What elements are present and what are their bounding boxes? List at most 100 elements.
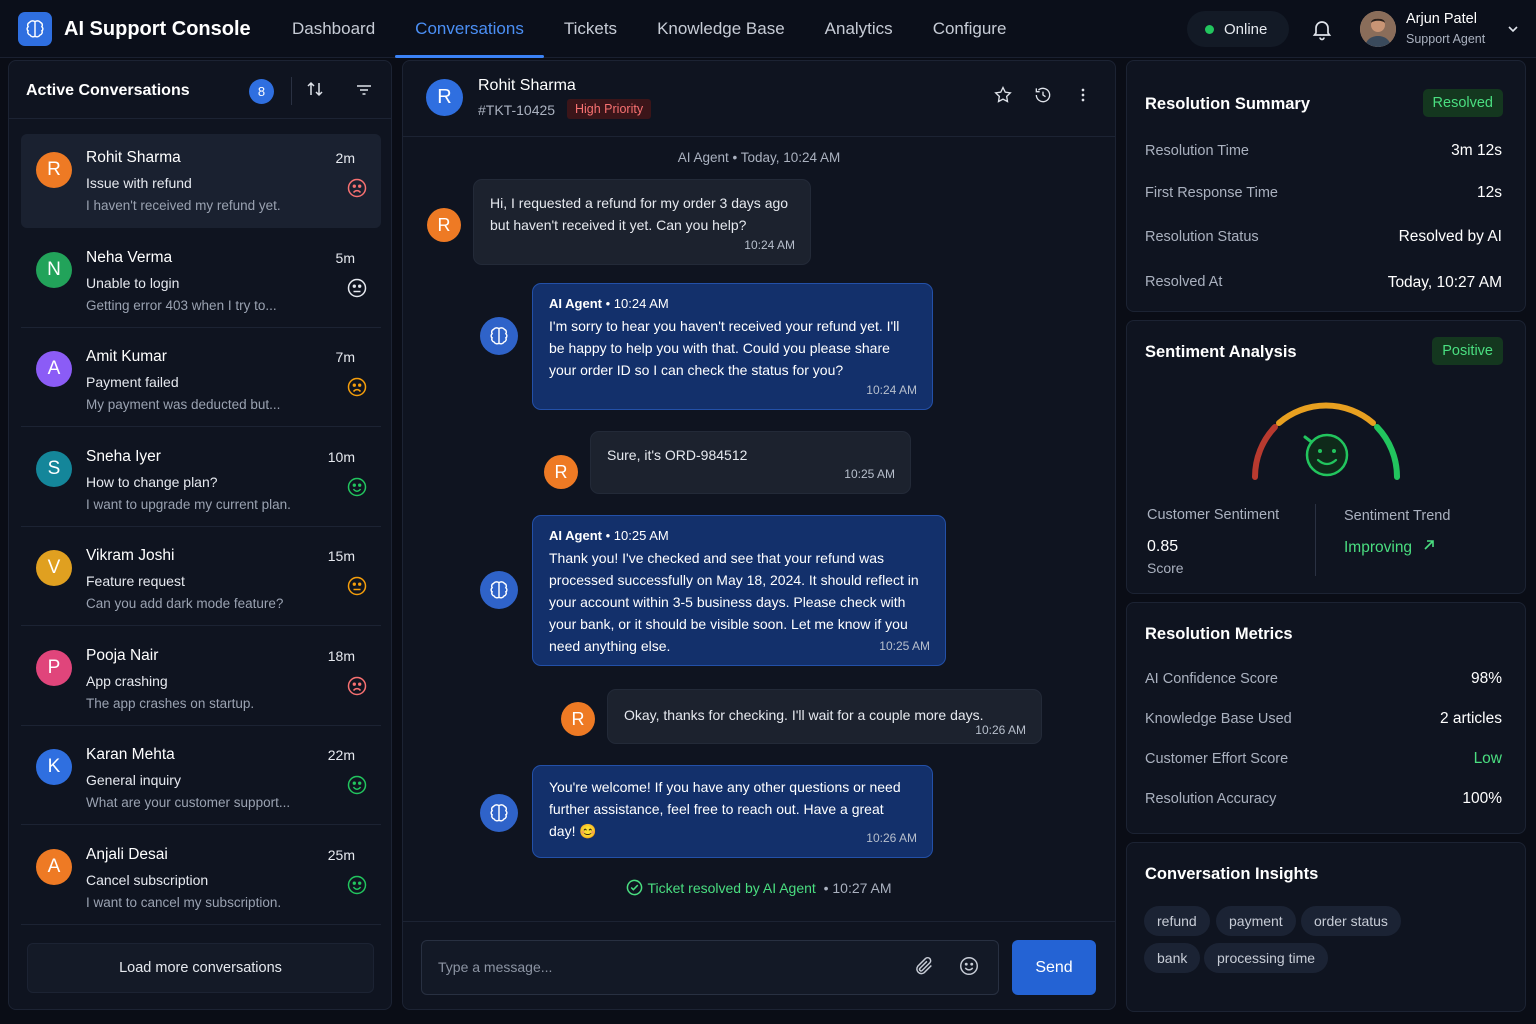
conversation-list-item[interactable]: K Karan Mehta General inquiry What are your… [21,731,381,825]
card-title: Resolution Metrics [1145,625,1293,643]
load-more-button[interactable]: Load more conversations [27,943,374,993]
ticket-id: #TKT-10425 [478,102,556,118]
conversation-subject: Issue with refund [86,175,192,191]
message-text: Okay, thanks for checking. I'll wait for… [624,707,984,723]
row-label: Resolution Accuracy [1145,791,1277,807]
conversation-time: 5m [335,249,355,266]
ai-agent-avatar [480,794,518,832]
customer-name: Anjali Desai [86,845,168,863]
nav-conversations[interactable]: Conversations [395,0,544,58]
status-toggle[interactable]: Online [1187,11,1289,47]
score-label: Score [1147,560,1184,576]
conversation-list-item[interactable]: R Rohit Sharma Issue with refund I haven't … [21,134,381,228]
filter-icon[interactable] [355,82,373,103]
nav-dashboard[interactable]: Dashboard [272,0,395,58]
avatar: R [36,152,72,188]
conversation-time: 2m [335,150,355,166]
ai-agent-avatar [480,317,518,355]
message-stamp: 10:25 AM [613,528,669,543]
happy-face-icon [347,775,367,795]
message-time: 10:26 AM [975,723,1026,737]
star-icon[interactable] [993,85,1013,110]
avatar: R [426,79,463,116]
brain-icon [490,581,508,599]
nav-knowledge-base[interactable]: Knowledge Base [637,0,805,58]
message-text: You're welcome! If you have any other qu… [549,779,901,839]
avatar: S [36,450,72,487]
attachment-icon[interactable] [913,955,935,982]
divider [291,77,292,105]
conversation-preview: I haven't received my refund yet. [86,198,281,213]
user-role: Support Agent [1406,32,1486,46]
insight-tag[interactable]: payment [1216,906,1296,936]
bell-icon[interactable] [1310,16,1334,42]
avatar: A [36,848,72,885]
conversation-subject: General inquiry [86,772,181,788]
conversation-list-item[interactable]: V Vikram Joshi Feature request Can you add … [21,532,381,626]
row-value: Today, 10:27 AM [1387,274,1502,291]
sad-face-icon [347,377,367,397]
main-nav: Dashboard Conversations Tickets Knowledg… [272,0,1026,58]
conversation-preview: The app crashes on startup. [86,695,255,711]
nav-tickets[interactable]: Tickets [544,0,637,58]
customer-message: Hi, I requested a refund for my order 3 … [473,179,811,265]
happy-face-icon [347,875,367,894]
avatar: V [36,550,72,586]
avatar: A [36,351,72,387]
nav-analytics[interactable]: Analytics [805,0,913,58]
row-value: 2 articles [1439,710,1502,727]
panel-title: Active Conversations [26,82,190,99]
row-value: Low [1473,750,1502,767]
avatar[interactable] [1360,11,1396,47]
conversation-count-badge: 8 [249,79,274,104]
conversation-list-item[interactable]: S Sneha Iyer How to change plan? I want to … [21,433,381,527]
nav-configure[interactable]: Configure [913,0,1027,58]
conversation-list-item[interactable]: N Neha Verma Unable to login Getting error … [21,234,381,328]
customer-name: Amit Kumar [86,348,167,365]
customer-name: Sneha Iyer [86,447,161,465]
customer-message: Sure, it's ORD-984512 10:25 AM [590,431,911,494]
conversation-time: 22m [327,747,355,763]
customer-name: Neha Verma [86,248,173,266]
insight-tag[interactable]: bank [1144,943,1201,973]
conversation-subject: App crashing [86,672,168,689]
message-time: 10:24 AM [866,383,917,397]
resolved-status-line: Ticket resolved by AI Agent • 10:27 AM [403,879,1115,896]
conversation-time: 18m [327,647,355,664]
chat-header: R Rohit Sharma #TKT-10425 High Priority [403,61,1115,137]
insight-tag[interactable]: order status [1301,906,1401,936]
conversation-list-item[interactable]: A Anjali Desai Cancel subscription I want t… [21,831,381,925]
emoji-icon[interactable] [958,955,980,982]
ai-message: You're welcome! If you have any other qu… [532,765,933,858]
sentiment-analysis-card: Sentiment Analysis Positive Customer Sen… [1126,320,1526,594]
history-icon[interactable] [1033,85,1053,110]
conversation-preview: Can you add dark mode feature? [86,596,284,611]
insight-tag[interactable]: processing time [1204,943,1329,973]
row-value: 12s [1477,184,1502,201]
conversation-time: 7m [335,349,355,365]
send-button[interactable]: Send [1012,940,1096,995]
brain-icon [490,804,508,822]
sad-face-icon [347,676,367,695]
more-vertical-icon[interactable] [1073,85,1093,110]
conversation-subject: How to change plan? [86,473,218,490]
conversation-insights-card: Conversation Insights refund payment ord… [1126,842,1526,1012]
conversation-preview: My payment was deducted but... [86,397,281,412]
row-value: 98% [1470,670,1502,687]
check-circle-icon [627,879,643,896]
conversation-list-item[interactable]: A Amit Kumar Payment failed My payment was … [21,333,381,427]
chevron-down-icon[interactable] [1506,22,1520,41]
customer-sentiment-label: Customer Sentiment [1147,507,1280,523]
message-time: 10:25 AM [844,467,895,481]
resolution-metrics-card: Resolution Metrics AI Confidence Score 9… [1126,602,1526,834]
conversation-list-item[interactable]: P Pooja Nair App crashing The app crashes o… [21,632,381,726]
brain-logo-icon [18,12,52,46]
priority-badge: High Priority [567,99,652,119]
message-time: 10:26 AM [866,831,917,845]
divider [1315,504,1316,576]
conversation-preview: What are your customer support... [86,795,291,810]
sender-name: AI Agent [549,296,602,311]
sad-face-icon [347,178,367,198]
sort-icon[interactable] [306,80,324,103]
insight-tag[interactable]: refund [1144,906,1210,936]
